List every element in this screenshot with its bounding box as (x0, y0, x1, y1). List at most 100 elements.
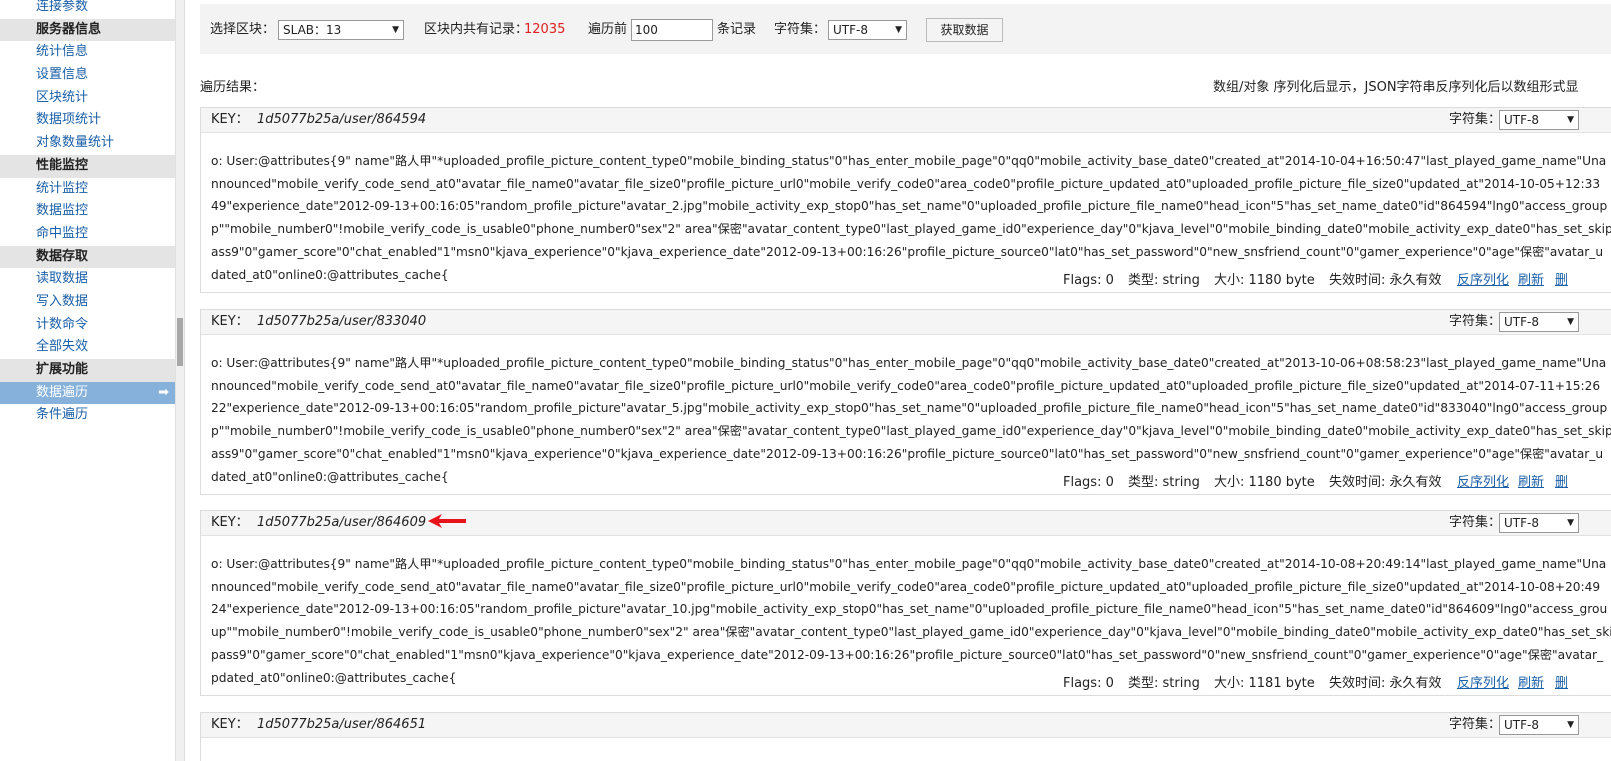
sidebar-item-label: 连接参数 (36, 0, 89, 14)
unserialize-link[interactable]: 反序列化 (1457, 473, 1509, 493)
record-charset-value: UTF-8 (1504, 718, 1539, 732)
chevron-down-icon: ▼ (1567, 115, 1574, 125)
record-charset-label: 字符集： (1449, 515, 1502, 530)
record-charset-value: UTF-8 (1504, 516, 1539, 530)
record-value: o: User:@attributes{9" name"路人甲"*uploade… (211, 150, 1611, 286)
record-value-line: nnounced"mobile_verify_code_send_at0"ava… (211, 378, 1601, 393)
record-value-line: pass9"0"gamer_score"0"chat_enabled"1"msn… (211, 647, 1604, 662)
sidebar-item-6[interactable]: 对象数量统计 (0, 132, 175, 155)
sidebar-item-0[interactable]: 连接参数 (0, 0, 175, 19)
sidebar-item-label: 条件遍历 (36, 407, 89, 423)
sidebar-item-4[interactable]: 区块统计 (0, 87, 175, 110)
record-value: o: User:@attributes{9" name"路人甲"*uploade… (211, 352, 1611, 488)
unserialize-link[interactable]: 反序列化 (1457, 674, 1509, 694)
record-value: o: User:@attributes{9" name"路人甲"*uploade… (211, 553, 1611, 689)
sidebar-scrollbar-thumb[interactable] (177, 318, 183, 366)
sidebar-item-2[interactable]: 统计信息 (0, 41, 175, 64)
slab-label: 选择区块： (210, 22, 276, 37)
traverse-count-input[interactable]: 100 (631, 19, 713, 41)
sidebar-item-label: 设置信息 (36, 67, 89, 83)
record-charset-select[interactable]: UTF-8 ▼ (1499, 715, 1579, 735)
record-expire: 失效时间: 永久有效 (1329, 676, 1442, 691)
record-card: KEY： 1d5077b25a/user/864651 字符集： UTF-8 ▼ (200, 712, 1611, 761)
sidebar-item-8[interactable]: 统计监控 (0, 178, 175, 201)
record-flags: Flags: 0 (1063, 273, 1114, 288)
traverse-label: 遍历前 (588, 22, 628, 37)
sidebar-item-13[interactable]: 写入数据 (0, 291, 175, 314)
refresh-link[interactable]: 刷新 (1518, 473, 1544, 493)
record-charset-select[interactable]: UTF-8 ▼ (1499, 110, 1579, 130)
record-key: 1d5077b25a/user/864609 (257, 515, 427, 530)
toolbar: 选择区块： SLAB：13 ▼ 区块内共有记录： 12035 遍历前 100 条… (200, 4, 1611, 54)
key-label: KEY： (211, 515, 249, 530)
record-value-line: 24"experience_date"2012-09-13+00:16:05"r… (211, 602, 1608, 617)
sidebar-item-label: 计数命令 (36, 316, 89, 332)
delete-link[interactable]: 删 (1555, 473, 1568, 493)
sidebar-scrollbar[interactable] (175, 0, 184, 761)
results-note: 数组/对象 序列化后显示，JSON字符串反序列化后以数组形式显 (1213, 80, 1579, 95)
sidebar-item-label: 区块统计 (36, 89, 89, 105)
chevron-down-icon: ▼ (1567, 317, 1574, 327)
record-card: KEY： 1d5077b25a/user/864609 字符集： UTF-8 ▼ o: U… (200, 510, 1611, 696)
record-flags: Flags: 0 (1063, 475, 1114, 490)
traverse-count-value: 100 (635, 23, 658, 37)
record-key: 1d5077b25a/user/864594 (257, 112, 427, 127)
record-key: 1d5077b25a/user/833040 (257, 314, 427, 329)
fetch-data-button[interactable]: 获取数据 (926, 18, 1003, 42)
key-label: KEY： (211, 314, 249, 329)
sidebar-item-3[interactable]: 设置信息 (0, 64, 175, 87)
delete-link[interactable]: 删 (1555, 271, 1568, 291)
record-card: KEY： 1d5077b25a/user/864594 字符集： UTF-8 ▼ o: U… (200, 107, 1611, 293)
sidebar-item-15[interactable]: 全部失效 (0, 336, 175, 359)
record-charset-select[interactable]: UTF-8 ▼ (1499, 513, 1579, 533)
record-size: 大小: 1181 byte (1214, 676, 1315, 691)
chevron-down-icon: ▼ (1567, 720, 1574, 730)
delete-link[interactable]: 删 (1555, 674, 1568, 694)
record-value-line: p""mobile_number0"!mobile_verify_code_is… (211, 424, 1611, 439)
sidebar-section-11: 数据存取 (0, 245, 175, 269)
charset-select[interactable]: UTF-8 ▼ (828, 20, 907, 40)
record-expire: 失效时间: 永久有效 (1329, 273, 1442, 288)
sidebar-item-label: 性能监控 (36, 157, 89, 173)
record-header: KEY： 1d5077b25a/user/864594 字符集： UTF-8 ▼ (201, 108, 1611, 133)
chevron-down-icon: ▼ (392, 25, 399, 35)
sidebar-item-12[interactable]: 读取数据 (0, 268, 175, 291)
sidebar-item-9[interactable]: 数据监控 (0, 200, 175, 223)
record-value-line: o: User:@attributes{9" name"路人甲"*uploade… (211, 154, 1607, 168)
sidebar-item-label: 数据监控 (36, 203, 89, 219)
sidebar-item-18[interactable]: 条件遍历 (0, 404, 175, 427)
record-value-line: ass9"0"gamer_score"0"chat_enabled"1"msn0… (211, 446, 1604, 461)
sidebar-section-1: 服务器信息 (0, 18, 175, 42)
records-label: 区块内共有记录： (424, 22, 529, 37)
record-header: KEY： 1d5077b25a/user/864609 字符集： UTF-8 ▼ (201, 511, 1611, 536)
sidebar-item-label: 服务器信息 (36, 21, 102, 37)
record-size: 大小: 1180 byte (1214, 273, 1315, 288)
record-flags: Flags: 0 (1063, 676, 1114, 691)
record-type: 类型: string (1128, 676, 1200, 691)
sidebar-section-7: 性能监控 (0, 154, 175, 178)
results-label: 遍历结果： (200, 80, 266, 95)
sidebar-item-label: 数据存取 (36, 248, 89, 264)
sidebar-item-5[interactable]: 数据项统计 (0, 109, 175, 132)
sidebar-item-label: 对象数量统计 (36, 135, 115, 151)
key-label: KEY： (211, 717, 249, 732)
sidebar-item-17[interactable]: 数据遍历 ➡ (0, 381, 175, 405)
unserialize-link[interactable]: 反序列化 (1457, 271, 1509, 291)
record-card: KEY： 1d5077b25a/user/833040 字符集： UTF-8 ▼ o: U… (200, 309, 1611, 495)
refresh-link[interactable]: 刷新 (1518, 271, 1544, 291)
record-charset-select[interactable]: UTF-8 ▼ (1499, 312, 1579, 332)
charset-select-value: UTF-8 (833, 23, 868, 37)
record-value-line: 22"experience_date"2012-09-13+00:16:05"r… (211, 401, 1608, 416)
refresh-link[interactable]: 刷新 (1518, 674, 1544, 694)
sidebar-divider (184, 0, 185, 761)
slab-select[interactable]: SLAB：13 ▼ (278, 20, 404, 40)
sidebar-item-label: 写入数据 (36, 293, 89, 309)
record-value-line: nnounced"mobile_verify_code_send_at0"ava… (211, 579, 1601, 594)
sidebar-item-10[interactable]: 命中监控 (0, 223, 175, 246)
arrow-right-icon: ➡ (158, 384, 169, 400)
record-value-line: o: User:@attributes{9" name"路人甲"*uploade… (211, 557, 1607, 571)
record-type: 类型: string (1128, 475, 1200, 490)
record-value-line: o: User:@attributes{9" name"路人甲"*uploade… (211, 356, 1607, 370)
record-charset-value: UTF-8 (1504, 113, 1539, 127)
sidebar-item-14[interactable]: 计数命令 (0, 314, 175, 337)
